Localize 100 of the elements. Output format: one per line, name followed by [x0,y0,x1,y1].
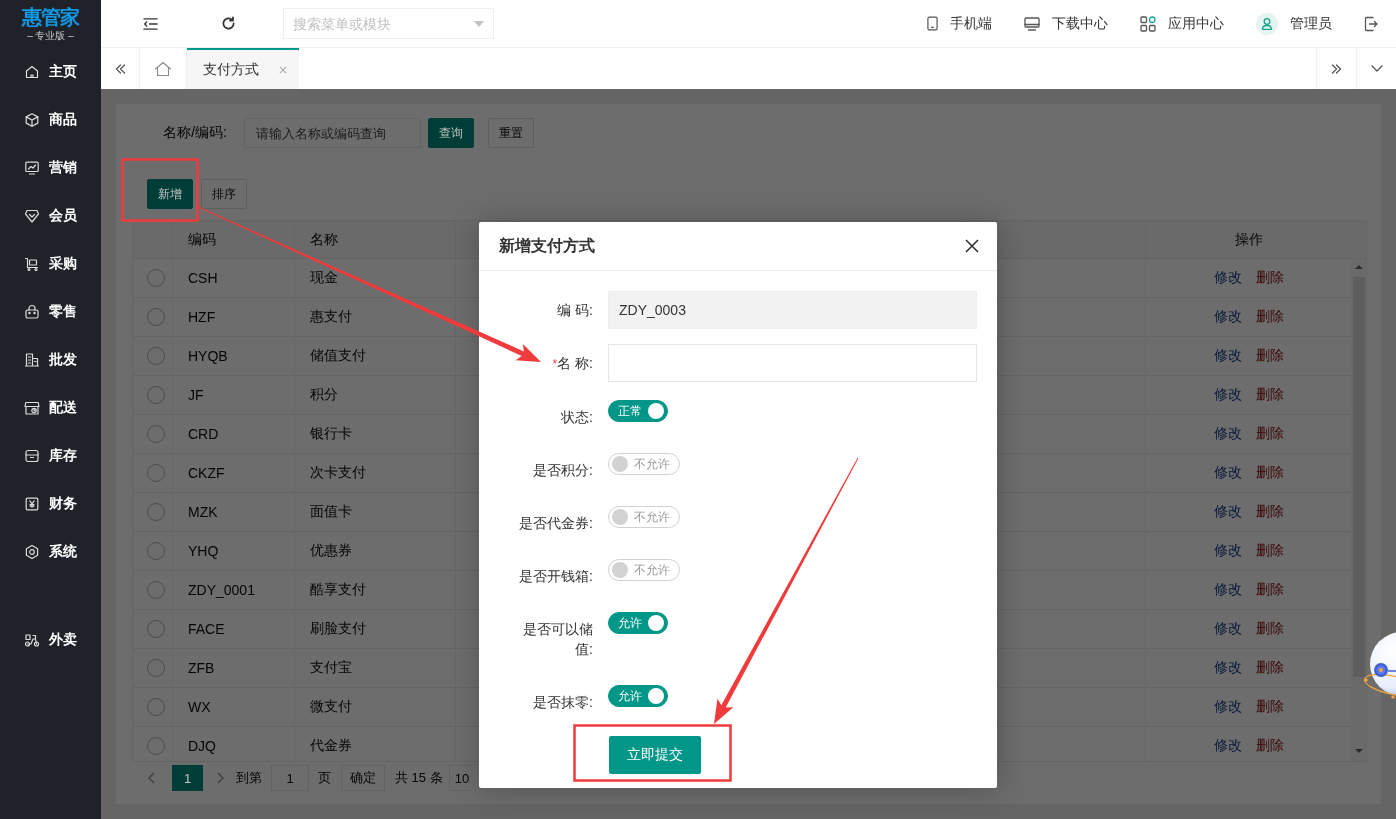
sidebar-item[interactable]: 营销 [0,144,101,192]
delete-link[interactable]: 删除 [1255,503,1284,521]
delete-link[interactable]: 删除 [1255,308,1284,326]
page-number[interactable]: 1 [172,765,203,791]
sidebar-item[interactable]: 商品 [0,96,101,144]
sidebar-item[interactable]: 财务 [0,480,101,528]
column-header: 操作 [1233,229,1264,249]
switch-knob[interactable] [648,615,664,631]
edit-link[interactable]: 修改 [1213,503,1242,521]
delete-link[interactable]: 删除 [1255,542,1284,560]
delete-link[interactable]: 删除 [1255,737,1284,755]
edit-link[interactable]: 修改 [1213,620,1242,638]
sort-button[interactable]: 排序 [201,179,247,209]
search-field[interactable]: 请输入名称或编码查询 [244,118,421,148]
table-cell: 积分 [295,376,456,414]
edit-link[interactable]: 修改 [1213,698,1242,716]
sidebar-item[interactable]: 配送 [0,384,101,432]
sidebar-item[interactable]: 批发 [0,336,101,384]
menu-icon[interactable] [143,16,158,31]
form-label: 是否代金券: [518,514,594,533]
chevrons-right-icon[interactable] [1330,62,1343,75]
caret-up-icon[interactable] [1354,265,1363,269]
table-cell: JF [173,376,295,414]
edit-link[interactable]: 修改 [1213,308,1242,326]
diamond-icon [24,208,40,224]
toggle-switch[interactable]: 不允许 [608,453,680,475]
table-cell: 微支付 [295,688,456,726]
sidebar-item[interactable]: 主页 [0,48,101,96]
user-menu[interactable]: 管理员 [1256,12,1332,35]
form-label: 是否开钱箱: [518,567,594,586]
sidebar-item[interactable]: 采购 [0,240,101,288]
delete-link[interactable]: 删除 [1255,620,1284,638]
toggle-switch[interactable]: 不允许 [608,506,680,528]
edit-link[interactable]: 修改 [1213,347,1242,365]
sidebar-item[interactable]: 会员 [0,192,101,240]
form-label: *名 称: [551,354,594,373]
switch-knob[interactable] [612,456,628,472]
header-link[interactable]: 下载中心 [1024,14,1108,33]
edit-link[interactable]: 修改 [1213,425,1242,443]
edit-link[interactable]: 修改 [1213,542,1242,560]
text-field[interactable] [608,344,977,382]
phone-icon [927,16,938,31]
scrollbar-thumb[interactable] [1352,277,1365,677]
toggle-switch[interactable]: 允许 [608,685,668,707]
delete-link[interactable]: 删除 [1255,269,1284,287]
edit-link[interactable]: 修改 [1213,386,1242,404]
chart-monitor-icon [24,160,40,176]
page-unit-label: 页 [318,769,331,787]
form-label: 是否可以储值: [522,620,594,659]
toggle-switch[interactable]: 不允许 [608,559,680,581]
table-cell: CKZF [173,454,295,492]
page-tab[interactable]: 支付方式 [187,48,299,89]
reset-button[interactable]: 重置 [488,118,534,148]
edit-link[interactable]: 修改 [1213,269,1242,287]
chevron-left-icon[interactable] [148,772,155,784]
table-cell: HYQB [173,337,295,375]
delete-link[interactable]: 删除 [1255,659,1284,677]
home-icon[interactable] [154,60,172,77]
delete-link[interactable]: 删除 [1255,464,1284,482]
switch-knob[interactable] [648,403,664,419]
delete-link[interactable]: 删除 [1255,425,1284,443]
refresh-icon[interactable] [221,16,236,31]
close-icon[interactable] [965,239,979,253]
caret-down-icon[interactable] [1354,749,1363,753]
toggle-switch[interactable]: 正常 [608,400,668,422]
yen-icon [24,496,40,512]
delete-link[interactable]: 删除 [1255,386,1284,404]
store-icon [24,400,40,416]
table-cell: ZDY_0001 [173,571,295,609]
switch-knob[interactable] [648,688,664,704]
page-size-select[interactable]: 10 [448,765,472,791]
header-link[interactable]: 应用中心 [1140,14,1224,33]
logout-icon[interactable] [1364,15,1378,32]
chevron-right-icon[interactable] [217,772,224,784]
sidebar-item[interactable]: 外卖 [0,616,101,664]
delete-link[interactable]: 删除 [1255,581,1284,599]
sidebar-item[interactable]: 零售 [0,288,101,336]
chevrons-left-icon[interactable] [114,62,126,75]
page-input[interactable]: 1 [271,765,309,791]
search-button[interactable]: 查询 [428,118,474,148]
edit-link[interactable]: 修改 [1213,737,1242,755]
search-select[interactable]: 搜索菜单或模块 [283,8,494,39]
submit-button[interactable]: 立即提交 [609,736,701,774]
switch-knob[interactable] [612,562,628,578]
chevron-down-icon[interactable] [1370,65,1383,72]
sidebar-item[interactable]: 系统 [0,528,101,576]
sidebar-item[interactable]: 库存 [0,432,101,480]
edit-link[interactable]: 修改 [1213,464,1242,482]
toggle-switch[interactable]: 允许 [608,612,668,634]
monitor-icon [1024,16,1040,31]
header-link[interactable]: 手机端 [927,14,992,33]
edit-link[interactable]: 修改 [1213,659,1242,677]
home-icon [24,64,40,80]
add-button[interactable]: 新增 [147,179,193,209]
switch-knob[interactable] [612,509,628,525]
table-cell: 酷享支付 [295,571,456,609]
delete-link[interactable]: 删除 [1255,347,1284,365]
confirm-button[interactable]: 确定 [341,765,385,791]
delete-link[interactable]: 删除 [1255,698,1284,716]
edit-link[interactable]: 修改 [1213,581,1242,599]
